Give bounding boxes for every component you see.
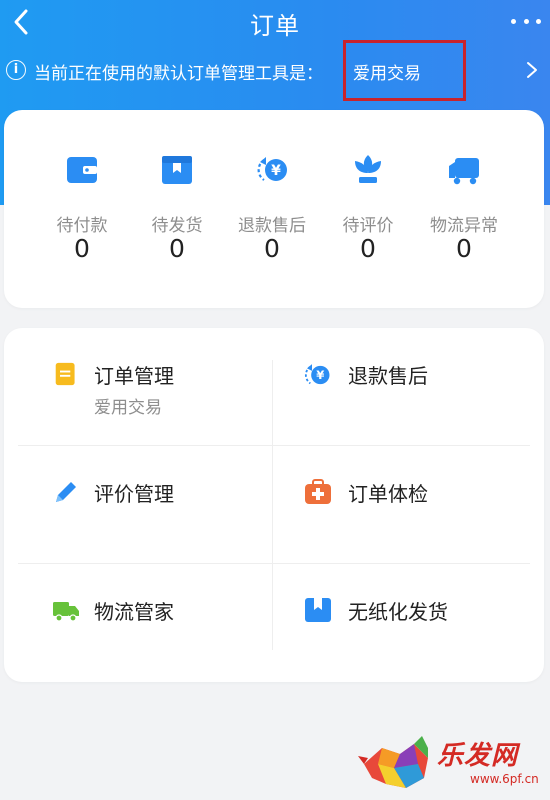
order-list-icon xyxy=(55,362,75,386)
grid-divider xyxy=(18,563,530,564)
status-count: 0 xyxy=(360,234,376,263)
tool-paperless-shipping[interactable]: 无纸化发货 xyxy=(262,566,516,674)
status-label: 待发货 xyxy=(151,216,203,236)
watermark-text: 乐发网 xyxy=(437,741,519,771)
status-to-ship[interactable]: 待发货 0 xyxy=(127,110,227,308)
status-label: 物流异常 xyxy=(430,216,498,236)
tool-refund-aftersale[interactable]: ¥ 退款售后 xyxy=(262,330,516,438)
tool-label: 无纸化发货 xyxy=(348,600,448,624)
more-dot xyxy=(523,18,529,24)
paperless-bookmark-icon xyxy=(305,598,331,622)
tool-order-management[interactable]: 订单管理 爱用交易 xyxy=(8,330,262,438)
info-icon: i xyxy=(6,60,26,80)
notice-tool-name: 爱用交易 xyxy=(353,64,421,84)
status-pending-payment[interactable]: 待付款 0 xyxy=(32,110,132,308)
tool-review-management[interactable]: 评价管理 xyxy=(8,448,262,556)
status-logistics-exception[interactable]: 物流异常 0 xyxy=(414,110,514,308)
refund-yen-icon: ¥ xyxy=(257,157,287,181)
status-count: 0 xyxy=(264,234,280,263)
tool-order-checkup[interactable]: 订单体检 xyxy=(262,448,516,556)
package-box-icon xyxy=(162,156,192,184)
default-tool-notice[interactable]: i 当前正在使用的默认订单管理工具是： 爱用交易 xyxy=(0,52,550,90)
medical-kit-icon xyxy=(305,479,331,504)
truck-icon xyxy=(53,602,79,622)
tool-sublabel: 爱用交易 xyxy=(94,398,162,418)
status-label: 待付款 xyxy=(56,216,108,236)
watermark-url: www.6pf.cn xyxy=(470,772,539,786)
page-title: 订单 xyxy=(250,12,300,40)
tool-label: 物流管家 xyxy=(94,600,174,624)
status-count: 0 xyxy=(456,234,472,263)
grid-divider xyxy=(18,445,530,446)
top-navigation-bar: 订单 xyxy=(0,0,550,46)
tool-label: 退款售后 xyxy=(348,364,428,388)
tool-label: 评价管理 xyxy=(94,482,174,506)
order-tools-card: 订单管理 爱用交易 ¥ 退款售后 评价管理 订单体检 物流管家 无纸化发货 xyxy=(4,328,544,682)
order-status-card: 待付款 0 待发货 0 ¥ 退款售后 0 待评价 0 物流异常 0 xyxy=(4,110,544,308)
flower-review-icon xyxy=(355,155,381,183)
svg-text:¥: ¥ xyxy=(271,163,281,179)
status-label: 待评价 xyxy=(342,216,394,236)
truck-exception-icon xyxy=(449,158,479,185)
notice-text: 当前正在使用的默认订单管理工具是： xyxy=(34,64,323,84)
tool-label: 订单管理 xyxy=(94,364,174,388)
wallet-icon xyxy=(67,157,97,183)
chevron-right-icon xyxy=(527,62,537,78)
status-count: 0 xyxy=(169,234,185,263)
more-button[interactable] xyxy=(508,10,544,32)
status-to-review[interactable]: 待评价 0 xyxy=(318,110,418,308)
status-refund-aftersale[interactable]: ¥ 退款售后 0 xyxy=(222,110,322,308)
pencil-icon xyxy=(56,482,76,502)
refund-yen-icon: ¥ xyxy=(304,364,330,385)
status-count: 0 xyxy=(74,234,90,263)
tool-label: 订单体检 xyxy=(348,482,428,506)
more-dot xyxy=(536,18,541,24)
more-dots-icon xyxy=(511,18,516,24)
svg-text:¥: ¥ xyxy=(316,368,324,382)
status-label: 退款售后 xyxy=(238,216,306,236)
tool-logistics-manager[interactable]: 物流管家 xyxy=(8,566,262,674)
